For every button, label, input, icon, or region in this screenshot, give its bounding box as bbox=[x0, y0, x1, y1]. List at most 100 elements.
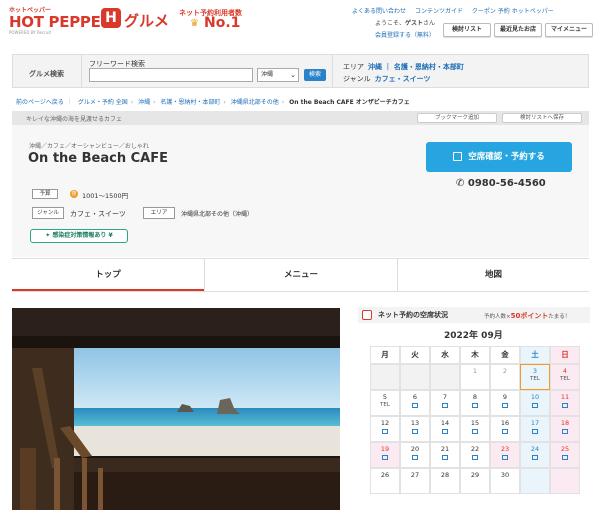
available-square-icon bbox=[532, 403, 538, 408]
tab-top[interactable]: トップ bbox=[12, 259, 204, 291]
area-link[interactable]: 沖縄 ｜ 名護・恩納村・本部町 bbox=[368, 63, 464, 71]
available-square-icon bbox=[472, 403, 478, 408]
my-menu-button[interactable]: マイメニュー bbox=[545, 23, 593, 37]
available-square-icon bbox=[532, 429, 538, 434]
calendar-day[interactable]: 7 bbox=[430, 390, 460, 416]
chevron-down-icon: ⌄ bbox=[290, 71, 296, 79]
calendar-day: 29 bbox=[460, 468, 490, 494]
budget-value: 1001～1500円 bbox=[82, 192, 129, 200]
recently-viewed-button[interactable]: 最近見たお店 bbox=[494, 23, 542, 37]
calendar-day[interactable]: 9 bbox=[490, 390, 520, 416]
calendar-day[interactable]: 11 bbox=[550, 390, 580, 416]
calendar-day[interactable]: 12 bbox=[370, 416, 400, 442]
available-square-icon bbox=[382, 429, 388, 434]
calendar-day[interactable]: 20 bbox=[400, 442, 430, 468]
calendar-day-number: 11 bbox=[560, 393, 570, 401]
calendar-day[interactable]: 14 bbox=[430, 416, 460, 442]
calendar-day[interactable]: 3 TEL bbox=[520, 364, 550, 390]
available-square-icon bbox=[412, 455, 418, 460]
calendar-icon bbox=[453, 152, 463, 161]
available-square-icon bbox=[502, 455, 508, 460]
breadcrumb-item[interactable]: グルメ・予約 全国 bbox=[78, 99, 128, 106]
area-label: エリア bbox=[143, 207, 175, 219]
tab-map[interactable]: 地図 bbox=[398, 259, 589, 291]
calendar-header: ネット予約の空席状況 予約人数×50ポイントたまる！ bbox=[358, 307, 590, 323]
night-budget-icon: 夜 bbox=[70, 190, 78, 198]
content-guide-link[interactable]: コンテンツガイド bbox=[415, 8, 463, 15]
calendar-day[interactable]: 17 bbox=[520, 416, 550, 442]
breadcrumb-current: On the Beach CAFE オンザビーチカフェ bbox=[289, 99, 410, 106]
calendar-day: 26 bbox=[370, 468, 400, 494]
back-link[interactable]: 前のページへ戻る bbox=[16, 99, 64, 106]
calendar-day[interactable]: 18 bbox=[550, 416, 580, 442]
calendar-day-number: 9 bbox=[502, 393, 508, 401]
tab-menu[interactable]: メニュー bbox=[205, 259, 397, 291]
reserve-button[interactable]: 空席確認・予約する bbox=[426, 142, 572, 172]
calendar-day-number: 30 bbox=[500, 471, 510, 479]
calendar-day[interactable]: 23 bbox=[490, 442, 520, 468]
calendar-day[interactable]: 25 bbox=[550, 442, 580, 468]
calendar-day[interactable]: 15 bbox=[460, 416, 490, 442]
search-button[interactable]: 検索 bbox=[304, 69, 326, 81]
calendar-day[interactable]: 19 bbox=[370, 442, 400, 468]
calendar-empty-cell bbox=[430, 364, 460, 390]
calendar-day[interactable]: 24 bbox=[520, 442, 550, 468]
calendar-day-number: 25 bbox=[560, 445, 570, 453]
store-name: On the Beach CAFE bbox=[28, 151, 168, 166]
available-square-icon bbox=[562, 429, 568, 434]
coupon-link[interactable]: クーポン 予約 ホットペッパー bbox=[472, 8, 554, 15]
calendar-day[interactable]: 13 bbox=[400, 416, 430, 442]
catch-copy: キレイな沖縄の海を見渡せるカフェ bbox=[26, 116, 123, 123]
hotpepper-logo[interactable]: HOT PEPPER bbox=[9, 13, 112, 31]
calendar-day[interactable]: 5 TEL bbox=[370, 390, 400, 416]
site-header: ホットペッパー HOT PEPPER POWERED BY Recruit H … bbox=[0, 0, 600, 48]
calendar-day: 28 bbox=[430, 468, 460, 494]
tel-mark: TEL bbox=[530, 376, 540, 382]
calendar-day[interactable]: 6 bbox=[400, 390, 430, 416]
calendar-dow: 日 bbox=[550, 346, 580, 364]
calendar-day-number: 12 bbox=[380, 419, 390, 427]
gourmet-logo[interactable]: グルメ bbox=[124, 10, 169, 31]
tel-mark: TEL bbox=[560, 376, 570, 382]
available-square-icon bbox=[532, 455, 538, 460]
calendar-day: 1 bbox=[460, 364, 490, 390]
calendar-day[interactable]: 10 bbox=[520, 390, 550, 416]
logo-h-icon: H bbox=[101, 8, 121, 28]
freeword-input[interactable] bbox=[89, 68, 253, 82]
calendar-day[interactable]: 16 bbox=[490, 416, 520, 442]
gourmet-search-label: グルメ検索 bbox=[29, 70, 64, 78]
genre-link[interactable]: カフェ・スイーツ bbox=[375, 75, 431, 83]
prefecture-select[interactable]: 沖縄 ⌄ bbox=[257, 68, 299, 82]
consider-list-button[interactable]: 検討リスト bbox=[443, 23, 491, 37]
calendar-day-number: 23 bbox=[500, 445, 510, 453]
area-value: 沖縄県北部その他（沖縄） bbox=[181, 211, 254, 218]
calendar-day[interactable]: 4 TEL bbox=[550, 364, 580, 390]
genre-label: ジャンル bbox=[32, 207, 64, 219]
faq-link[interactable]: よくある問い合わせ bbox=[352, 8, 406, 15]
breadcrumb-item[interactable]: 沖縄 bbox=[138, 99, 150, 106]
calendar-day[interactable]: 21 bbox=[430, 442, 460, 468]
breadcrumb-item[interactable]: 沖縄県北部その他 bbox=[231, 99, 279, 106]
calendar-day-number: 13 bbox=[410, 419, 420, 427]
calendar-day[interactable]: 8 bbox=[460, 390, 490, 416]
calendar-dow: 土 bbox=[520, 346, 550, 364]
area-line: エリア 沖縄 ｜ 名護・恩納村・本部町 bbox=[343, 63, 464, 71]
calendar-day[interactable]: 22 bbox=[460, 442, 490, 468]
calendar-empty-cell bbox=[520, 468, 550, 494]
calendar-day-number: 10 bbox=[530, 393, 540, 401]
store-photo[interactable] bbox=[12, 308, 340, 510]
covid-info-button[interactable]: ✦ 感染症対策情報あり ¥ bbox=[30, 229, 128, 243]
genre-line: ジャンル カフェ・スイーツ bbox=[343, 75, 431, 83]
tab-bar: トップ メニュー 地図 bbox=[12, 258, 589, 292]
calendar-dow: 木 bbox=[460, 346, 490, 364]
available-square-icon bbox=[412, 429, 418, 434]
top-links: よくある問い合わせ コンテンツガイド クーポン 予約 ホットペッパー bbox=[352, 6, 561, 15]
store-category: 沖縄／カフェ／オーシャンビュー／おしゃれ bbox=[29, 143, 149, 150]
breadcrumb-item[interactable]: 名護・恩納村・本部町 bbox=[160, 99, 220, 106]
save-list-button[interactable]: 検討リストへ保存 bbox=[502, 113, 582, 123]
bookmark-button[interactable]: ブックマーク追加 bbox=[417, 113, 497, 123]
available-square-icon bbox=[442, 429, 448, 434]
register-link[interactable]: 会員登録する（無料） bbox=[375, 30, 435, 39]
calendar-day-number: 5 bbox=[382, 393, 388, 401]
calendar-day-number: 27 bbox=[410, 471, 420, 479]
